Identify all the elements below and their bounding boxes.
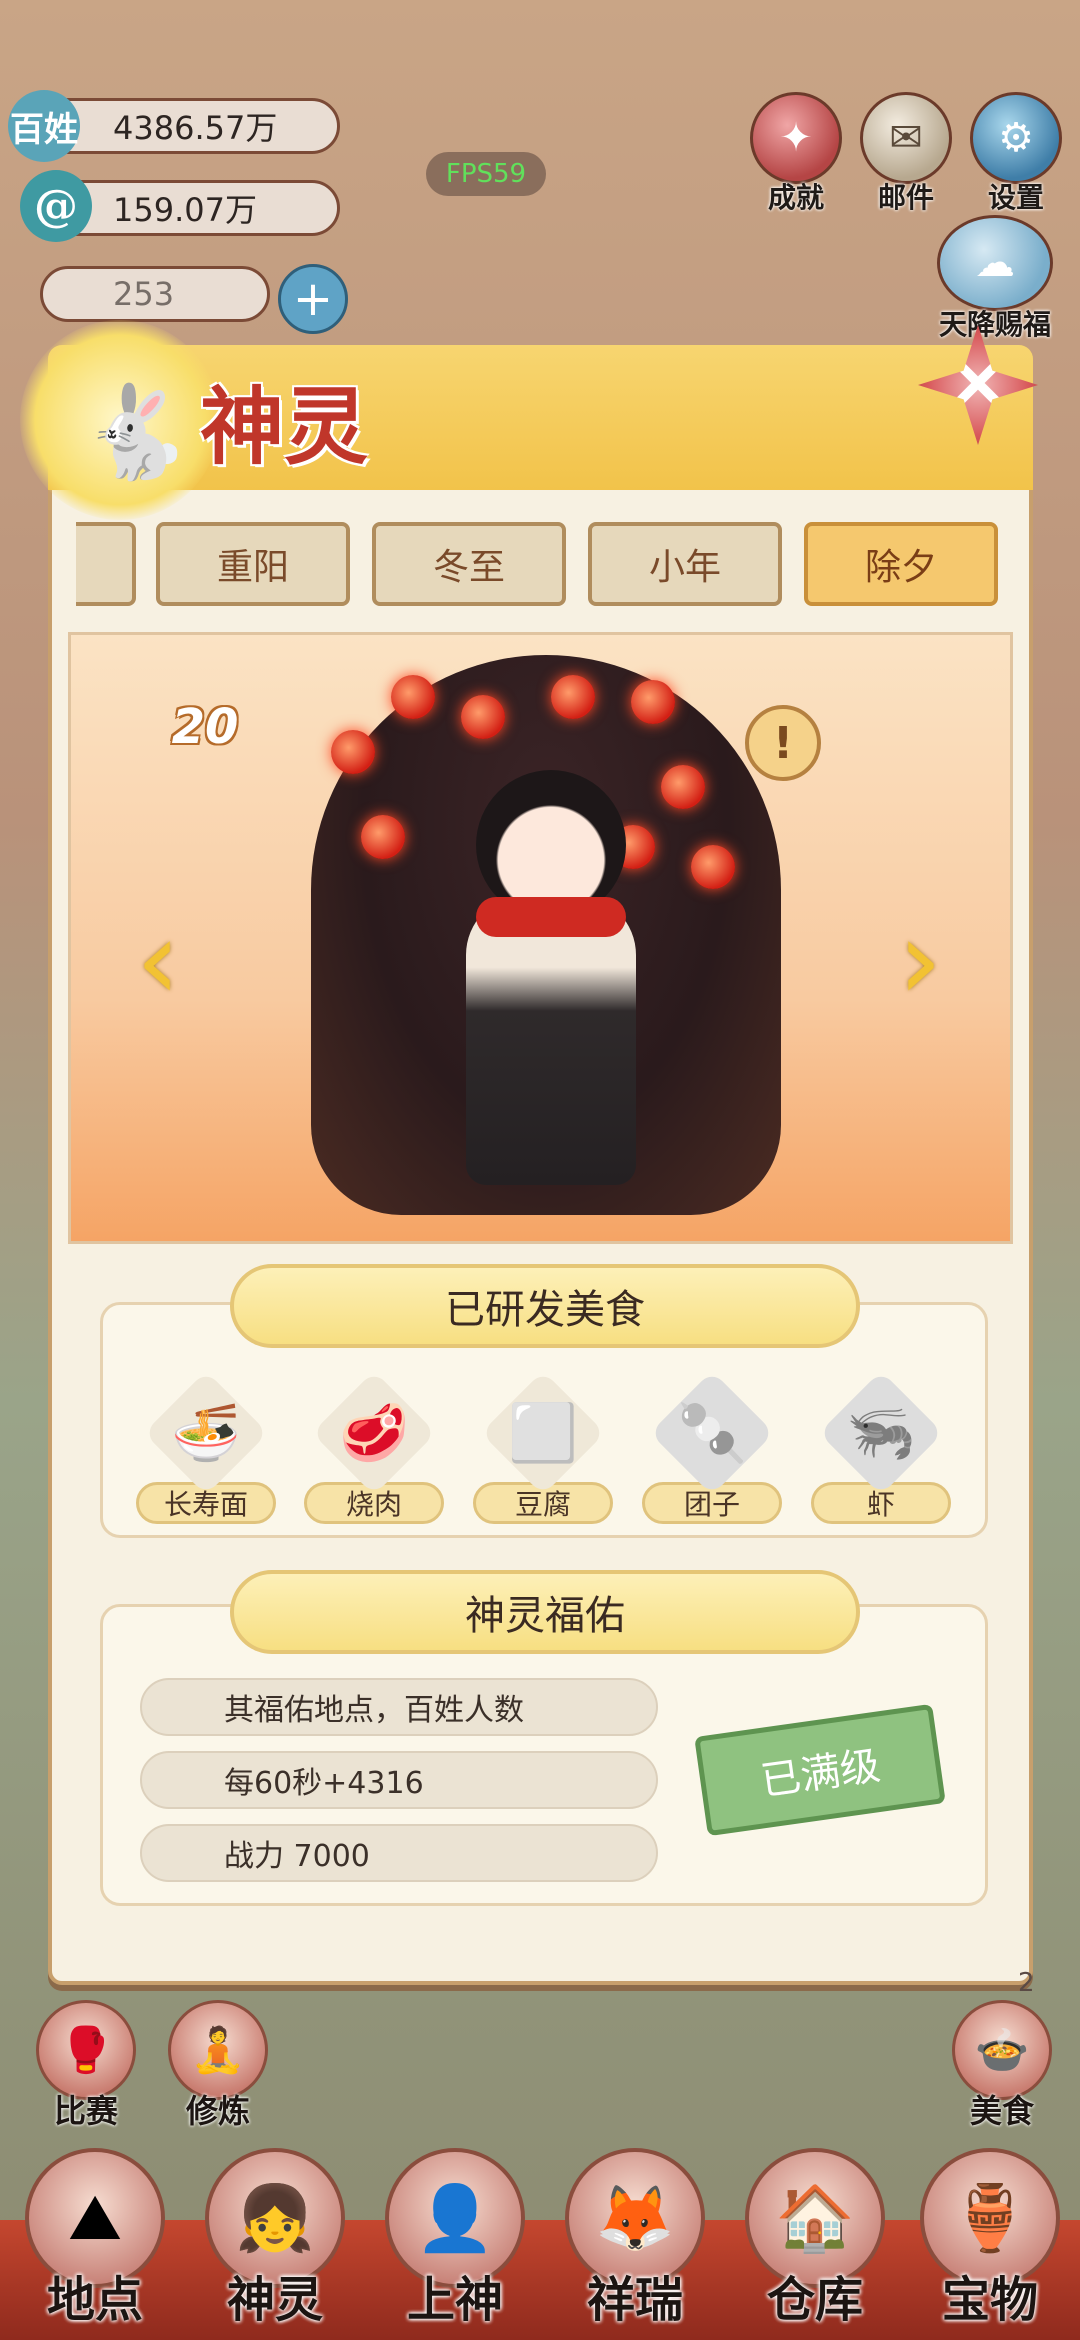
food-item[interactable]: 🦐 虾 bbox=[811, 1370, 951, 1524]
lantern bbox=[691, 845, 735, 889]
lantern bbox=[461, 695, 505, 739]
food-item[interactable]: ⬜ 豆腐 bbox=[473, 1370, 613, 1524]
rabbit-icon: 🐇 bbox=[80, 380, 193, 485]
population-icon: 百姓 bbox=[8, 90, 80, 162]
lantern bbox=[391, 675, 435, 719]
nav-auspicious[interactable]: 🦊 祥瑞 bbox=[545, 2148, 725, 2330]
tab-dongzhi[interactable]: 冬至 bbox=[372, 522, 566, 606]
nav-location[interactable]: ⛰ 地点 bbox=[5, 2148, 185, 2330]
resource-bar-currency: 253 bbox=[40, 266, 270, 322]
achievement-button[interactable]: ✦ 成就 bbox=[746, 92, 846, 216]
nav-treasure[interactable]: 🏺 宝物 bbox=[900, 2148, 1080, 2330]
blessing-section-title: 神灵福佑 bbox=[230, 1570, 860, 1654]
mail-icon: ✉ bbox=[860, 92, 952, 184]
resource-bar-population: 4386.57万 bbox=[40, 98, 340, 154]
food-item[interactable]: 🍜 长寿面 bbox=[136, 1370, 276, 1524]
gear-icon: ⚙ bbox=[970, 92, 1062, 184]
character-scarf bbox=[476, 897, 626, 937]
stat-row: 其福佑地点，百姓人数 bbox=[140, 1678, 658, 1736]
food-item[interactable]: 🥩 烧肉 bbox=[304, 1370, 444, 1524]
info-button[interactable]: ! bbox=[745, 705, 821, 781]
tab-chongyang[interactable]: 重阳 bbox=[156, 522, 350, 606]
stat-row: 每60秒+4316 bbox=[140, 1751, 658, 1809]
lantern bbox=[551, 675, 595, 719]
lantern bbox=[331, 730, 375, 774]
next-character-arrow[interactable]: › bbox=[880, 895, 960, 1025]
mail-button[interactable]: ✉ 邮件 bbox=[856, 92, 956, 216]
panel-title: 神灵 bbox=[200, 377, 369, 476]
character-level-badge: 20 bbox=[171, 699, 239, 755]
achievement-label: 成就 bbox=[767, 181, 824, 214]
nav-god[interactable]: 👧 神灵 bbox=[185, 2148, 365, 2330]
blessing-button[interactable]: ☁ 天降赐福 bbox=[925, 215, 1065, 343]
food-bowl-icon: 🍲 bbox=[952, 2000, 1052, 2100]
character-body[interactable] bbox=[466, 895, 636, 1185]
lantern bbox=[361, 815, 405, 859]
nav-upper-god[interactable]: 👤 上神 bbox=[365, 2148, 545, 2330]
lantern bbox=[661, 765, 705, 809]
fps-counter: FPS59 bbox=[426, 152, 546, 196]
blessing-label: 天降赐福 bbox=[938, 308, 1051, 341]
tab-xiaonian[interactable]: 小年 bbox=[588, 522, 782, 606]
cultivate-icon: 🧘 bbox=[168, 2000, 268, 2100]
stat-row: 战力 7000 bbox=[140, 1824, 658, 1882]
mail-label: 邮件 bbox=[877, 181, 934, 214]
tab-previous-partial[interactable] bbox=[76, 522, 136, 606]
settings-button[interactable]: ⚙ 设置 bbox=[966, 92, 1066, 216]
population-value: 4386.57万 bbox=[113, 109, 278, 147]
side-number: 2 bbox=[1018, 1968, 1035, 1998]
add-currency-button[interactable]: + bbox=[278, 264, 348, 334]
contest-button[interactable]: 🥊 比赛 bbox=[26, 2000, 146, 2132]
settings-label: 设置 bbox=[987, 181, 1044, 214]
tab-chuxi[interactable]: 除夕 bbox=[804, 522, 998, 606]
cultivate-button[interactable]: 🧘 修炼 bbox=[158, 2000, 278, 2132]
spirit-value: 159.07万 bbox=[113, 191, 257, 229]
prev-character-arrow[interactable]: ‹ bbox=[118, 895, 198, 1025]
achievement-icon: ✦ bbox=[750, 92, 842, 184]
food-item[interactable]: 🍡 团子 bbox=[642, 1370, 782, 1524]
contest-icon: 🥊 bbox=[36, 2000, 136, 2100]
nav-warehouse[interactable]: 🏠 仓库 bbox=[725, 2148, 905, 2330]
cloud-icon: ☁ bbox=[937, 215, 1053, 311]
lantern bbox=[631, 680, 675, 724]
spirit-swirl-icon: @ bbox=[20, 170, 92, 242]
food-button[interactable]: 🍲 美食 bbox=[942, 2000, 1062, 2132]
food-section-title: 已研发美食 bbox=[230, 1264, 860, 1348]
currency-value: 253 bbox=[113, 275, 175, 313]
